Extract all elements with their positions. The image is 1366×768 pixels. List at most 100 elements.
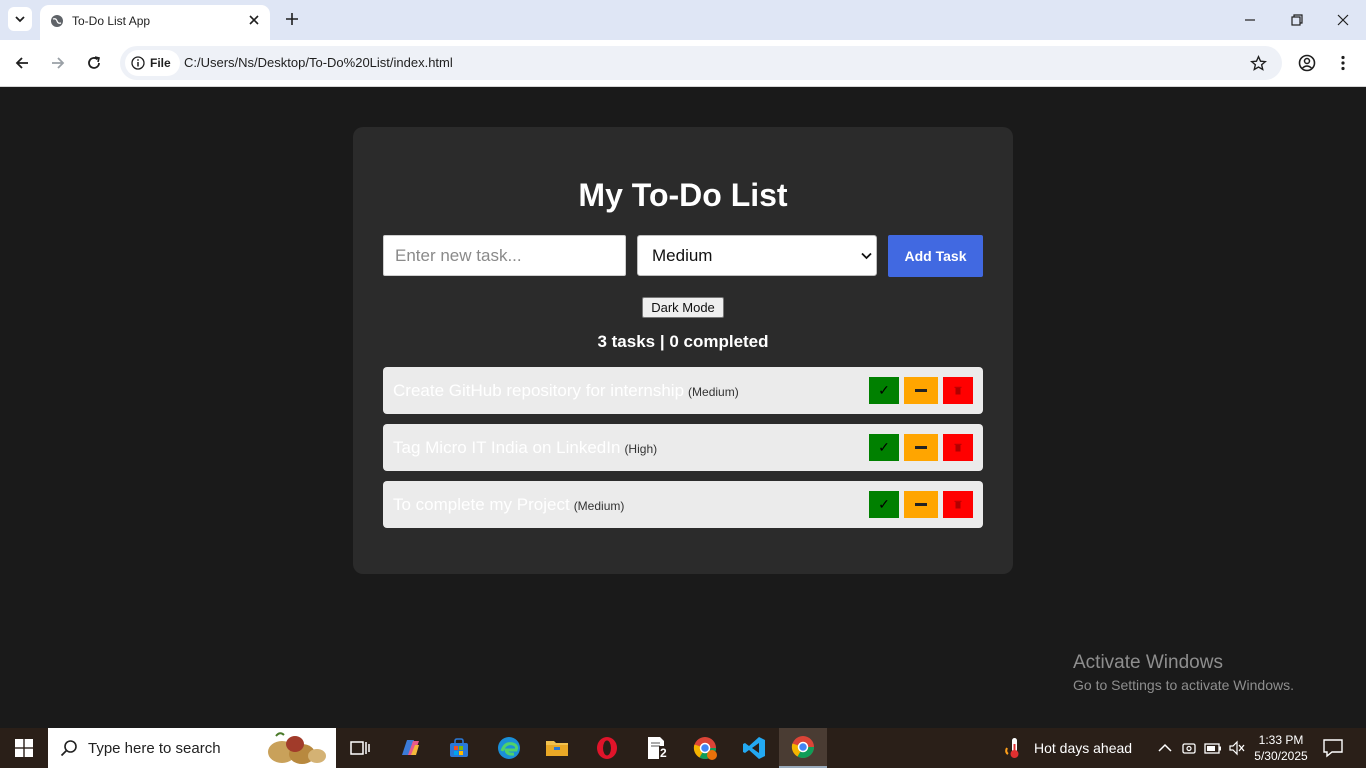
task-actions: ✓ — [869, 434, 973, 461]
reload-icon — [88, 56, 100, 69]
back-button[interactable] — [10, 51, 34, 75]
browser-tab-strip: To-Do List App — [0, 0, 1366, 40]
edge-button[interactable] — [485, 728, 533, 768]
edge-icon — [498, 737, 520, 759]
thermometer-icon — [1005, 738, 1019, 758]
chip-label: File — [150, 56, 171, 70]
windows-logo-icon — [15, 739, 33, 757]
vscode-button[interactable] — [730, 728, 778, 768]
new-tab-button[interactable] — [282, 9, 302, 29]
browser-toolbar: File C:/Users/Ns/Desktop/To-Do%20List/in… — [0, 40, 1366, 87]
task-item: Tag Micro IT India on LinkedIn (High) ✓ — [383, 424, 983, 471]
profile-button[interactable] — [1295, 51, 1319, 75]
restore-button[interactable] — [1285, 9, 1309, 31]
edit-icon — [915, 503, 927, 506]
close-tab-button[interactable] — [246, 12, 262, 28]
search-icon — [60, 740, 77, 757]
forward-button[interactable] — [46, 51, 70, 75]
copilot-button[interactable] — [386, 728, 434, 768]
taskbar: Type here to search 2 Hot days ahead 1:3… — [0, 728, 1366, 768]
store-icon — [450, 738, 468, 757]
close-window-button[interactable] — [1331, 9, 1355, 31]
globe-icon — [51, 15, 63, 27]
chrome-icon — [791, 736, 814, 758]
minimize-icon — [1245, 19, 1255, 21]
complete-task-button[interactable]: ✓ — [869, 491, 899, 518]
task-text: Tag Micro IT India on LinkedIn (High) — [393, 438, 657, 458]
close-icon — [249, 15, 259, 25]
volume-button[interactable] — [1228, 739, 1246, 757]
check-icon: ✓ — [878, 496, 890, 512]
address-bar[interactable]: File C:/Users/Ns/Desktop/To-Do%20List/in… — [120, 46, 1282, 80]
menu-button[interactable] — [1331, 51, 1355, 75]
notepad-button[interactable]: 2 — [632, 728, 680, 768]
bookmark-button[interactable] — [1248, 53, 1268, 73]
priority-select[interactable]: Medium — [637, 235, 877, 276]
info-icon — [131, 56, 145, 70]
notification-center-button[interactable] — [1322, 738, 1344, 758]
dark-mode-button[interactable]: Dark Mode — [642, 297, 724, 318]
site-info-chip[interactable]: File — [125, 50, 180, 76]
chrome-profile-button[interactable] — [681, 728, 729, 768]
file-explorer-button[interactable] — [533, 728, 581, 768]
tab-search-button[interactable] — [8, 7, 32, 31]
page-title: My To-Do List — [578, 177, 788, 213]
browser-tab[interactable]: To-Do List App — [40, 5, 270, 40]
more-vertical-icon — [1341, 55, 1345, 71]
notepad-window-count: 2 — [659, 746, 668, 760]
task-title: Create GitHub repository for internship — [393, 381, 685, 400]
trash-icon — [954, 500, 962, 509]
task-text: Create GitHub repository for internship(… — [393, 381, 739, 401]
task-actions: ✓ — [869, 491, 973, 518]
url-text: C:/Users/Ns/Desktop/To-Do%20List/index.h… — [184, 55, 453, 70]
chevron-down-icon — [15, 16, 25, 23]
task-view-button[interactable] — [336, 728, 384, 768]
activation-watermark-subtitle: Go to Settings to activate Windows. — [1073, 677, 1294, 693]
clock-time: 1:33 PM — [1258, 733, 1304, 747]
task-view-icon — [350, 741, 370, 755]
taskbar-clock[interactable]: 1:33 PM 5/30/2025 — [1252, 732, 1310, 764]
chrome-button[interactable] — [779, 728, 827, 768]
start-button[interactable] — [0, 728, 48, 768]
activation-watermark-title: Activate Windows — [1073, 652, 1223, 673]
volume-muted-icon — [1229, 740, 1245, 756]
reload-button[interactable] — [82, 51, 106, 75]
complete-task-button[interactable]: ✓ — [869, 434, 899, 461]
delete-task-button[interactable] — [943, 491, 973, 518]
show-hidden-icons-button[interactable] — [1156, 739, 1174, 757]
store-button[interactable] — [435, 728, 483, 768]
trash-icon — [954, 386, 962, 395]
opera-button[interactable] — [583, 728, 631, 768]
task-list: Create GitHub repository for internship (… — [383, 367, 983, 538]
plus-icon — [286, 13, 298, 25]
check-icon: ✓ — [878, 439, 890, 455]
minimize-button[interactable] — [1238, 9, 1262, 31]
delete-task-button[interactable] — [943, 434, 973, 461]
taskbar-search[interactable]: Type here to search — [48, 728, 336, 768]
priority-selected-value: Medium — [652, 245, 713, 265]
task-text: To complete my Project (Medium) — [393, 495, 624, 515]
meet-now-button[interactable] — [1180, 739, 1198, 757]
task-input[interactable] — [383, 235, 626, 276]
weather-text: Hot days ahead — [1034, 740, 1133, 756]
copilot-icon — [402, 740, 419, 755]
task-item: Create GitHub repository for internship(… — [383, 367, 983, 414]
weather-widget[interactable]: Hot days ahead — [1004, 728, 1132, 768]
add-task-button[interactable]: Add Task — [888, 235, 983, 277]
check-icon: ✓ — [878, 382, 890, 398]
edit-task-button[interactable] — [904, 434, 938, 461]
profile-icon — [1298, 54, 1316, 72]
task-title: Tag Micro IT India on LinkedIn — [393, 438, 621, 457]
task-item: To complete my Project (Medium) ✓ — [383, 481, 983, 528]
battery-button[interactable] — [1204, 739, 1222, 757]
task-priority: (High) — [624, 442, 658, 456]
vscode-icon — [743, 737, 765, 759]
task-stats: 3 tasks | 0 completed — [597, 332, 769, 351]
complete-task-button[interactable]: ✓ — [869, 377, 899, 404]
camera-icon — [1182, 743, 1196, 754]
edit-task-button[interactable] — [904, 377, 938, 404]
opera-icon — [597, 737, 617, 759]
star-icon — [1249, 54, 1267, 71]
edit-task-button[interactable] — [904, 491, 938, 518]
delete-task-button[interactable] — [943, 377, 973, 404]
